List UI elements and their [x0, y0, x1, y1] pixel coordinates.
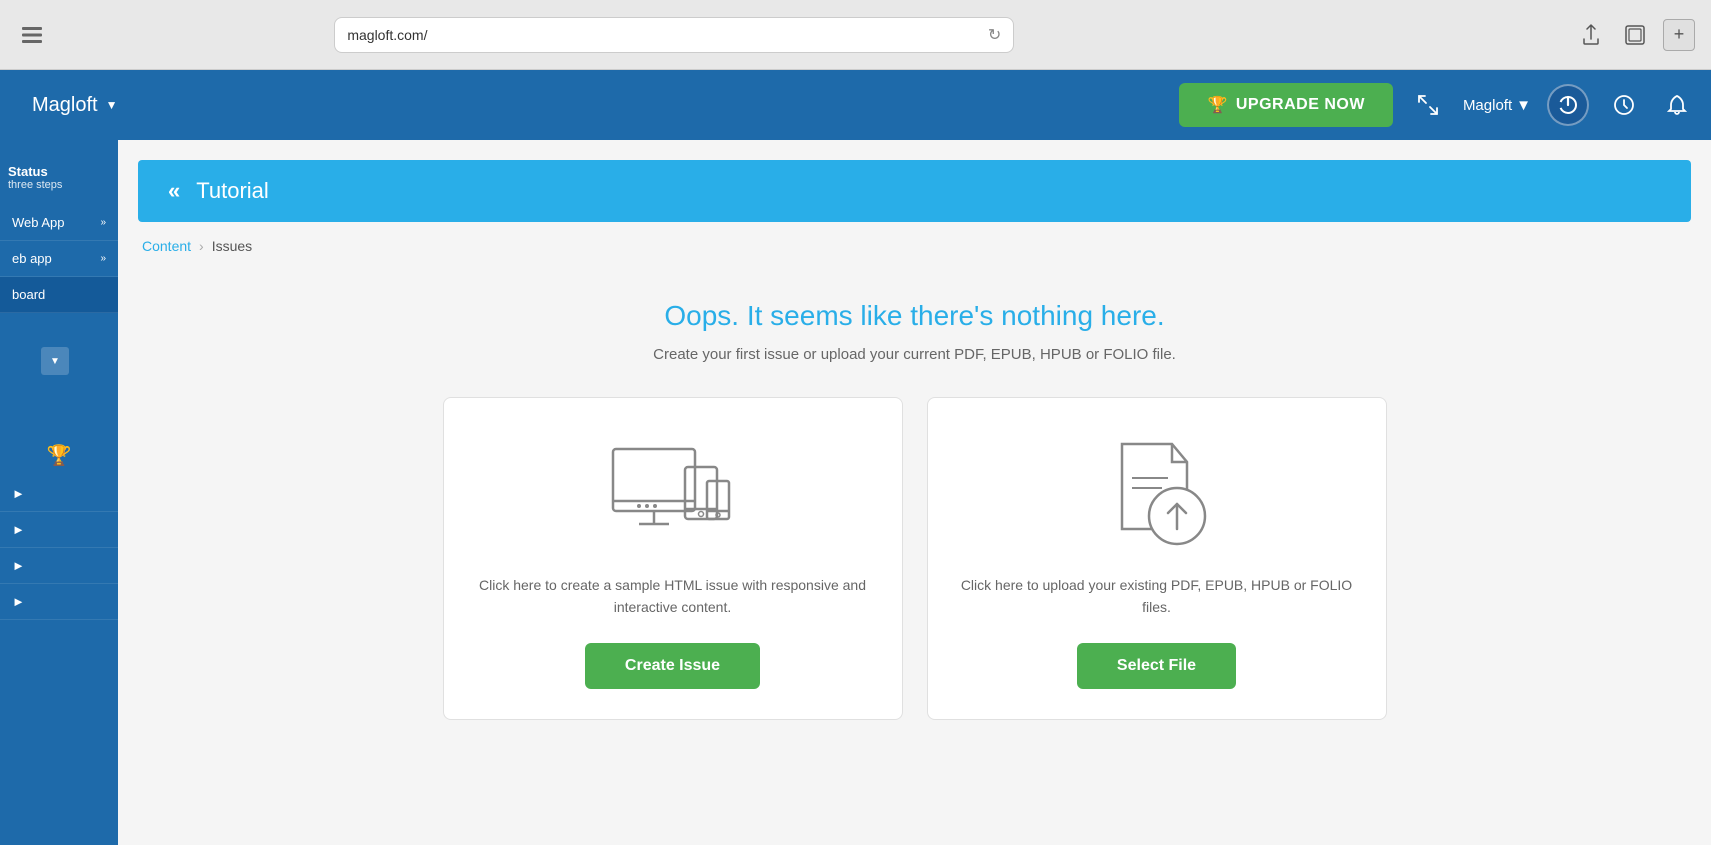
sidebar-item-board[interactable]: board — [0, 277, 118, 313]
content-area: « Tutorial Content › Issues Oops. It see… — [118, 140, 1711, 845]
brand-dropdown-icon[interactable]: ▼ — [106, 98, 118, 112]
fullscreen-icon[interactable] — [1619, 19, 1651, 51]
breadcrumb-content-link[interactable]: Content — [142, 238, 191, 254]
sidebar-item-board-label: board — [12, 287, 45, 302]
tutorial-title: Tutorial — [196, 178, 269, 204]
expand-icon[interactable] — [1409, 86, 1447, 124]
empty-state-subtitle: Create your first issue or upload your c… — [138, 346, 1691, 363]
share-icon[interactable] — [1575, 19, 1607, 51]
nav-user-label: Magloft — [1463, 97, 1512, 114]
create-issue-icon — [603, 434, 743, 554]
tutorial-back-icon[interactable]: « — [168, 178, 180, 204]
browser-address-bar[interactable]: magloft.com/ ↻ — [334, 17, 1014, 53]
create-issue-button[interactable]: Create Issue — [585, 643, 760, 689]
browser-actions: + — [1575, 19, 1695, 51]
sidebar: Status three steps Web App » eb app » bo… — [0, 140, 118, 845]
upgrade-now-button[interactable]: 🏆 UPGRADE NOW — [1179, 83, 1392, 127]
sidebar-trophy-icon: 🏆 — [47, 443, 72, 468]
empty-state: Oops. It seems like there's nothing here… — [118, 270, 1711, 373]
reload-icon[interactable]: ↻ — [988, 25, 1001, 45]
empty-state-title: Oops. It seems like there's nothing here… — [138, 300, 1691, 332]
upload-file-icon — [1087, 434, 1227, 554]
sidebar-sub-arrow-3: ► — [12, 558, 25, 573]
nav-user-dropdown-icon: ▼ — [1516, 97, 1531, 114]
sidebar-sub-arrow-1: ► — [12, 486, 25, 501]
sidebar-sub-item-4[interactable]: ► — [0, 584, 118, 620]
upgrade-label: UPGRADE NOW — [1236, 96, 1365, 114]
sidebar-item-webpages[interactable]: Web App » — [0, 205, 118, 241]
sidebar-status-section: Status three steps — [0, 150, 118, 205]
sidebar-sub-item-2[interactable]: ► — [0, 512, 118, 548]
breadcrumb-current: Issues — [212, 238, 252, 254]
main-layout: Status three steps Web App » eb app » bo… — [0, 140, 1711, 845]
url-input[interactable]: magloft.com/ — [347, 27, 980, 43]
nav-brand[interactable]: Magloft ▼ — [16, 94, 276, 117]
sidebar-item-webpages-arrow: » — [100, 217, 106, 228]
power-button[interactable] — [1547, 84, 1589, 126]
app-container: Magloft ▼ 🏆 UPGRADE NOW Magloft ▼ — [0, 70, 1711, 845]
sidebar-sub-item-1[interactable]: ► — [0, 476, 118, 512]
brand-name: Magloft — [32, 94, 98, 117]
new-tab-button[interactable]: + — [1663, 19, 1695, 51]
sidebar-item-webapp-arrow: » — [100, 253, 106, 264]
top-nav: Magloft ▼ 🏆 UPGRADE NOW Magloft ▼ — [0, 70, 1711, 140]
browser-sidebar-toggle[interactable] — [16, 19, 48, 51]
sidebar-sub-arrow-4: ► — [12, 594, 25, 609]
sidebar-sub-arrow-2: ► — [12, 522, 25, 537]
create-issue-card: Click here to create a sample HTML issue… — [443, 397, 903, 720]
sidebar-item-webapp[interactable]: eb app » — [0, 241, 118, 277]
select-file-button[interactable]: Select File — [1077, 643, 1236, 689]
history-icon[interactable] — [1605, 86, 1643, 124]
sidebar-collapse-btn[interactable]: ▼ — [41, 347, 69, 375]
nav-user-menu[interactable]: Magloft ▼ — [1463, 97, 1531, 114]
breadcrumb-separator: › — [199, 238, 204, 254]
create-issue-description: Click here to create a sample HTML issue… — [474, 574, 872, 619]
tutorial-header: « Tutorial — [138, 160, 1691, 222]
sidebar-item-webpages-label: Web App — [12, 215, 65, 230]
upload-file-description: Click here to upload your existing PDF, … — [958, 574, 1356, 619]
upload-file-card: Click here to upload your existing PDF, … — [927, 397, 1387, 720]
cards-container: Click here to create a sample HTML issue… — [118, 373, 1711, 744]
sidebar-item-webapp-label: eb app — [12, 251, 52, 266]
breadcrumb: Content › Issues — [118, 222, 1711, 270]
sidebar-status-sub: three steps — [8, 179, 110, 191]
upgrade-trophy-icon: 🏆 — [1207, 95, 1227, 115]
sidebar-sub-item-3[interactable]: ► — [0, 548, 118, 584]
sidebar-status-label: Status — [8, 164, 110, 179]
browser-chrome: magloft.com/ ↻ + — [0, 0, 1711, 70]
bell-icon[interactable] — [1659, 86, 1695, 124]
